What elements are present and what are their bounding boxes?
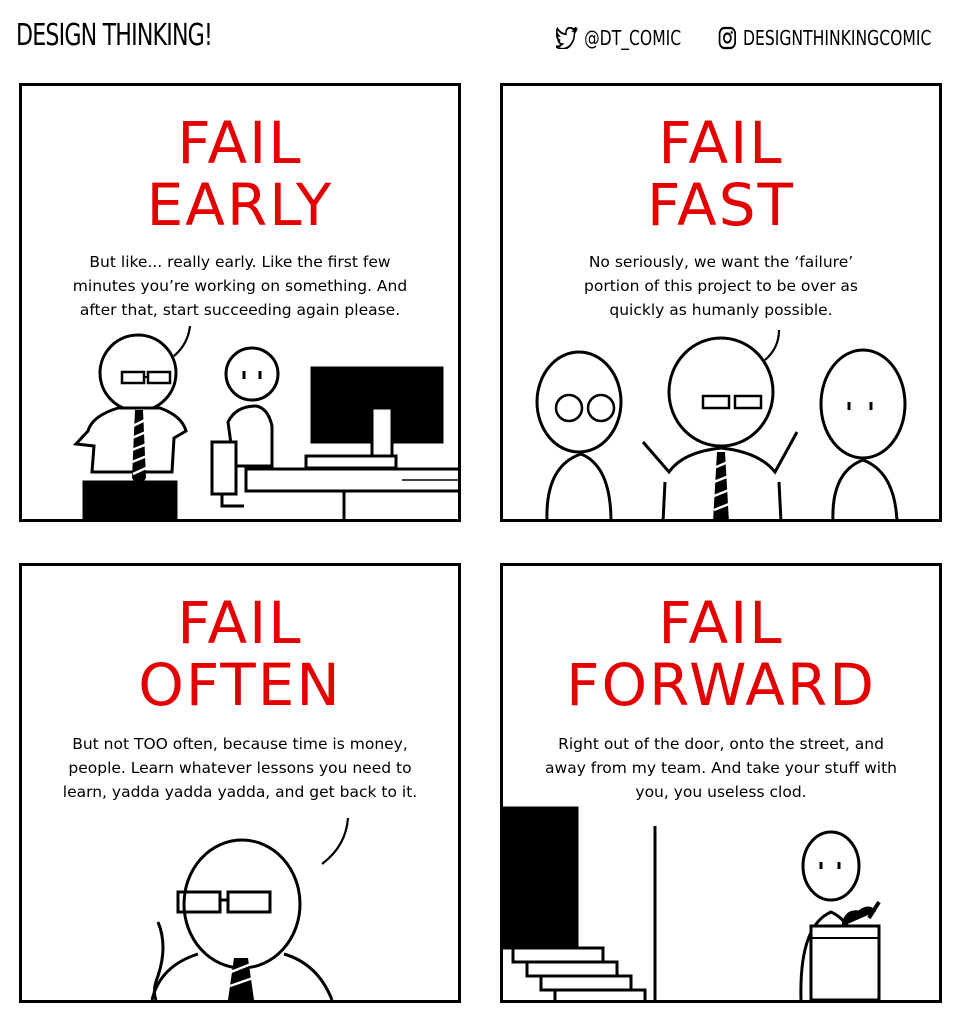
team-member-round-glasses <box>535 350 623 519</box>
panel-illustration-boss-closeup <box>150 817 350 1000</box>
instagram-handle-link[interactable]: DESIGNTHINKINGCOMIC <box>718 26 931 50</box>
panel-fail-fast: FAIL FAST No seriously, we want the ‘fai… <box>500 83 942 522</box>
instagram-handle: DESIGNTHINKINGCOMIC <box>742 26 932 50</box>
twitter-bird-icon <box>556 27 578 49</box>
dark-doorway <box>503 806 647 1000</box>
comic-title: DESIGN THINKING! <box>16 18 213 53</box>
panel-illustration-office <box>72 325 458 519</box>
twitter-handle: @DT_COMIC <box>584 26 682 50</box>
panel-fail-often: FAIL OFTEN But not TOO often, because ti… <box>19 563 461 1003</box>
fired-employee-figure <box>799 830 881 1000</box>
boss-figure <box>72 333 188 519</box>
twitter-handle-link[interactable]: @DT_COMIC <box>556 26 681 50</box>
desk-computer <box>244 366 458 519</box>
panel-fail-forward: FAIL FORWARD Right out of the door, onto… <box>500 563 942 1003</box>
team-member-smiling <box>819 348 907 519</box>
panel-illustration-exit-door <box>503 806 881 1000</box>
panel-fail-early: FAIL EARLY But like... really early. Lik… <box>19 83 461 522</box>
instagram-camera-icon <box>718 26 737 50</box>
panel-illustration-team <box>535 329 907 519</box>
